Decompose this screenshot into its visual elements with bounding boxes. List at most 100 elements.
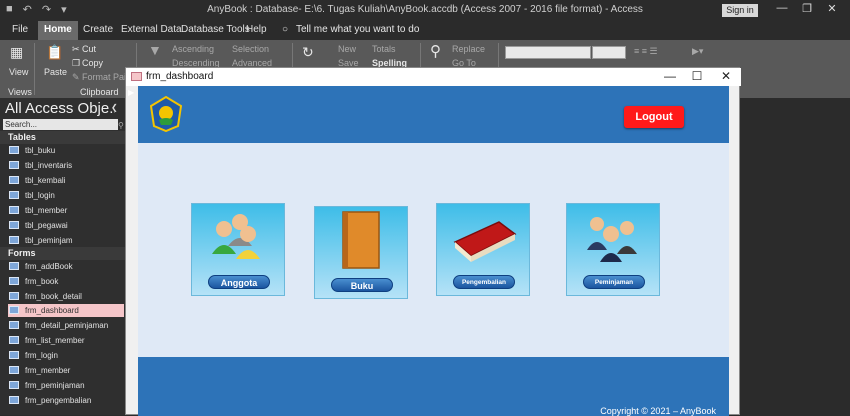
buku-button[interactable]: Buku: [331, 278, 393, 292]
nav-table-item[interactable]: tbl_kembali: [8, 174, 124, 187]
tab-database-tools[interactable]: Database Tools: [181, 24, 250, 35]
paste-button[interactable]: Paste: [44, 67, 67, 77]
nav-form-item-selected[interactable]: frm_dashboard: [8, 304, 124, 317]
cut-button[interactable]: Cut: [82, 44, 96, 54]
nav-form-item[interactable]: frm_book_detail: [8, 290, 124, 303]
nav-pane-header[interactable]: All Access Obje...: [5, 100, 115, 117]
nav-form-item[interactable]: frm_member: [8, 364, 124, 377]
table-icon: [9, 161, 19, 169]
form-window-titlebar: frm_dashboard — ☐ ✕: [126, 68, 741, 86]
tab-home[interactable]: Home: [38, 21, 78, 41]
form-icon: [9, 262, 19, 270]
nav-form-item[interactable]: frm_detail_peminjaman: [8, 319, 124, 332]
nav-form-item[interactable]: frm_list_member: [8, 334, 124, 347]
nav-section-tables[interactable]: Tables: [0, 131, 125, 144]
dashboard-form-body: Logout Anggota Buku Pengembalian Peminja…: [138, 86, 729, 416]
close-icon[interactable]: ✕: [822, 2, 842, 15]
paste-icon[interactable]: 📋: [46, 44, 63, 61]
form-icon: [9, 321, 19, 329]
filter-icon[interactable]: ▼: [148, 42, 162, 58]
form-icon: [9, 366, 19, 374]
lightbulb-icon: ○: [282, 24, 289, 35]
table-icon: [9, 191, 19, 199]
replace-button[interactable]: Replace: [452, 44, 485, 54]
nav-form-item[interactable]: frm_book: [8, 275, 124, 288]
view-button[interactable]: View: [9, 67, 28, 77]
sign-in-button[interactable]: Sign in: [722, 4, 758, 17]
paragraph-icons[interactable]: ▶▾: [692, 46, 703, 57]
nav-pane-toggle-icon[interactable]: ❮: [111, 103, 118, 112]
form-window: frm_dashboard — ☐ ✕ ▶ Logout Anggota Buk…: [125, 67, 741, 416]
book-icon: [342, 211, 380, 269]
clipboard-group-label: Clipboard: [80, 87, 119, 97]
selection-button[interactable]: Selection: [232, 44, 269, 54]
members-icon: [212, 214, 260, 259]
nav-table-item[interactable]: tbl_pegawai: [8, 219, 124, 232]
views-group-label: Views: [8, 87, 32, 97]
form-icon: [9, 396, 19, 404]
tab-help[interactable]: Help: [246, 24, 267, 35]
pengembalian-button[interactable]: Pengembalian: [453, 275, 515, 289]
table-icon: [9, 221, 19, 229]
view-icon[interactable]: ▦: [10, 44, 23, 61]
cut-icon[interactable]: ✂: [72, 44, 80, 55]
copy-icon[interactable]: ❐: [72, 58, 80, 69]
dashboard-footer: Copyright © 2021 – AnyBook: [138, 357, 729, 416]
peminjaman-card[interactable]: Peminjaman: [566, 203, 660, 296]
totals-button[interactable]: Totals: [372, 44, 396, 54]
nav-table-item[interactable]: tbl_peminjam: [8, 234, 124, 247]
logout-button[interactable]: Logout: [624, 106, 684, 128]
nav-form-item[interactable]: frm_addBook: [8, 260, 124, 273]
nav-table-item[interactable]: tbl_inventaris: [8, 159, 124, 172]
nav-form-item[interactable]: frm_login: [8, 349, 124, 362]
nav-form-item[interactable]: frm_pengembalian: [8, 394, 124, 407]
tab-file[interactable]: File: [12, 24, 28, 35]
ascending-button[interactable]: Ascending: [172, 44, 214, 54]
form-icon: [9, 277, 19, 285]
font-name-dropdown[interactable]: [505, 46, 591, 59]
app-titlebar: ■ ↶ ↷ ▾ AnyBook : Database- E:\6. Tugas …: [0, 0, 850, 21]
restore-icon[interactable]: ❐: [797, 2, 817, 15]
nav-section-forms[interactable]: Forms: [0, 247, 125, 260]
copy-button[interactable]: Copy: [82, 58, 103, 68]
nav-table-item[interactable]: tbl_buku: [8, 144, 124, 157]
navigation-pane: All Access Obje... ❮ Search... ⚲ Tables …: [0, 98, 125, 415]
peminjaman-button[interactable]: Peminjaman: [583, 275, 645, 289]
record-selector-icon[interactable]: ▶: [128, 88, 134, 97]
ribbon-tabs: File Home Create External Data Database …: [0, 21, 850, 41]
table-icon: [9, 146, 19, 154]
borrowers-icon: [587, 217, 637, 262]
tell-me-input[interactable]: Tell me what you want to do: [296, 24, 419, 35]
minimize-icon[interactable]: —: [772, 2, 792, 14]
tab-external-data[interactable]: External Data: [121, 24, 182, 35]
tab-create[interactable]: Create: [83, 24, 113, 35]
form-icon: [9, 336, 19, 344]
form-icon: [9, 292, 19, 300]
form-window-title: frm_dashboard: [146, 71, 214, 82]
buku-card[interactable]: Buku: [314, 206, 408, 299]
pengembalian-card[interactable]: Pengembalian: [436, 203, 530, 296]
refresh-icon[interactable]: ↻: [302, 44, 314, 61]
table-icon: [9, 176, 19, 184]
form-minimize-icon[interactable]: —: [661, 69, 679, 83]
form-icon: [9, 381, 19, 389]
nav-form-item[interactable]: frm_peminjaman: [8, 379, 124, 392]
anggota-card[interactable]: Anggota: [191, 203, 285, 296]
form-maximize-icon[interactable]: ☐: [688, 69, 706, 83]
return-book-icon: [453, 221, 517, 262]
ribbon-separator: [34, 43, 35, 95]
format-painter-icon[interactable]: ✎: [72, 72, 80, 83]
find-icon[interactable]: ⚲: [430, 42, 441, 60]
form-icon: [131, 72, 142, 81]
nav-search-input[interactable]: Search...: [3, 119, 118, 130]
anggota-button[interactable]: Anggota: [208, 275, 270, 289]
nav-table-item[interactable]: tbl_login: [8, 189, 124, 202]
font-size-dropdown[interactable]: [592, 46, 626, 59]
form-close-icon[interactable]: ✕: [717, 69, 735, 83]
search-icon[interactable]: ⚲: [118, 121, 124, 130]
form-icon: [9, 306, 19, 314]
new-record-button[interactable]: New: [338, 44, 356, 54]
list-format-icons[interactable]: ≡ ≡ ☰: [634, 46, 658, 57]
table-icon: [9, 206, 19, 214]
nav-table-item[interactable]: tbl_member: [8, 204, 124, 217]
